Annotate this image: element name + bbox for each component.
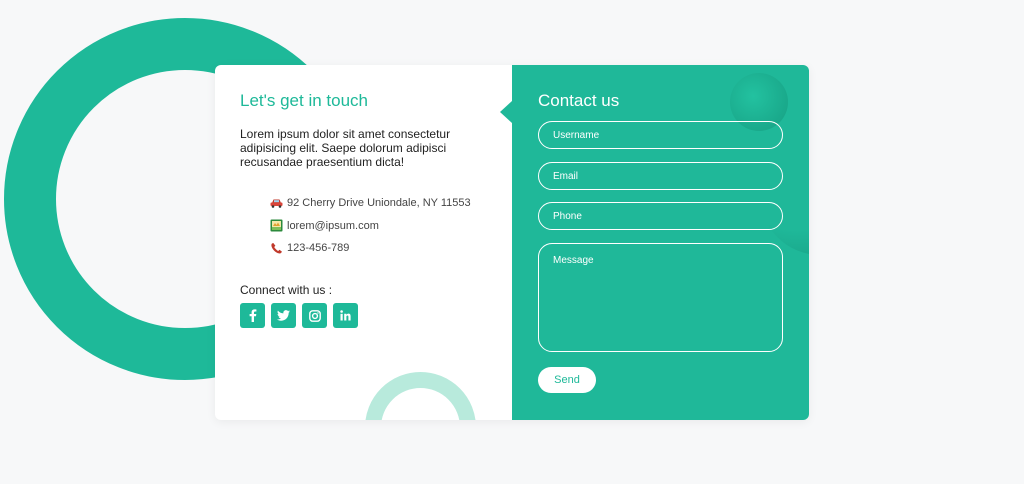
connect-label: Connect with us :	[240, 283, 333, 297]
contact-info-list: 92 Cherry Drive Uniondale, NY 11553 lore…	[269, 192, 471, 260]
decorative-ring-small	[365, 372, 476, 420]
instagram-button[interactable]	[302, 303, 327, 328]
contact-card: Let's get in touch Lorem ipsum dolor sit…	[215, 65, 809, 420]
phone-icon	[269, 241, 283, 255]
email-text: lorem@ipsum.com	[287, 219, 379, 232]
info-email: lorem@ipsum.com	[269, 215, 471, 238]
twitter-icon	[277, 310, 290, 321]
linkedin-icon	[340, 310, 351, 321]
send-button[interactable]: Send	[538, 367, 596, 393]
social-links	[240, 303, 358, 328]
instagram-icon	[308, 309, 321, 322]
twitter-button[interactable]	[271, 303, 296, 328]
intro-text: Lorem ipsum dolor sit amet consectetur a…	[240, 127, 451, 169]
panel-arrow	[500, 101, 512, 123]
phone-text: 123-456-789	[287, 242, 350, 255]
car-icon	[269, 196, 283, 210]
decorative-circle	[760, 135, 809, 255]
mail-icon	[269, 219, 283, 233]
username-input[interactable]	[538, 121, 783, 149]
phone-input[interactable]	[538, 202, 783, 230]
contact-form-panel: Contact us Send	[512, 65, 809, 420]
linkedin-button[interactable]	[333, 303, 358, 328]
info-title: Let's get in touch	[240, 91, 368, 110]
info-phone: 123-456-789	[269, 237, 471, 260]
form-title: Contact us	[538, 91, 620, 110]
facebook-button[interactable]	[240, 303, 265, 328]
address-text: 92 Cherry Drive Uniondale, NY 11553	[287, 197, 471, 210]
contact-info-panel: Let's get in touch Lorem ipsum dolor sit…	[215, 65, 512, 420]
message-textarea[interactable]	[538, 243, 783, 352]
facebook-icon	[249, 309, 256, 322]
info-address: 92 Cherry Drive Uniondale, NY 11553	[269, 192, 471, 215]
email-input[interactable]	[538, 162, 783, 190]
